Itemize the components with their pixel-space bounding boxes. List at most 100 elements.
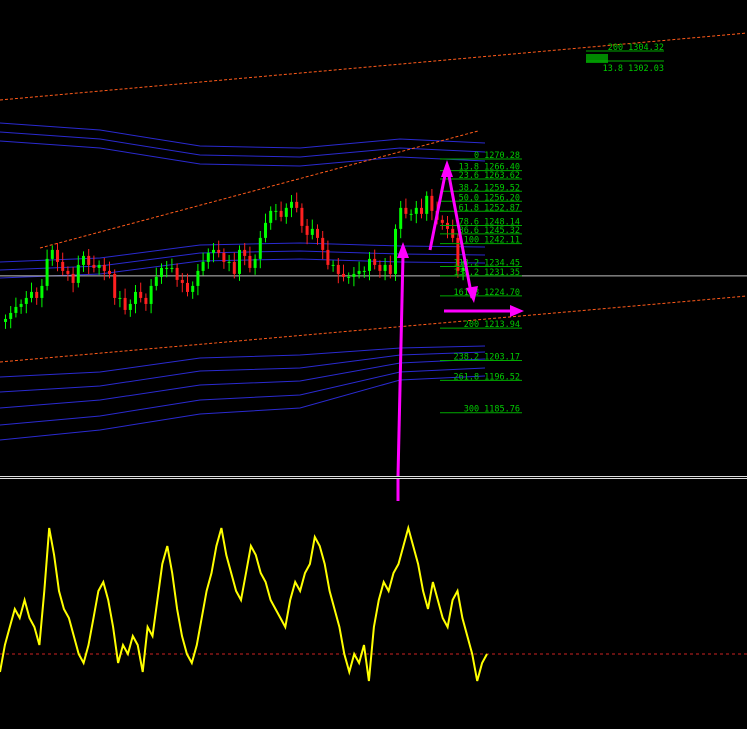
candle: [175, 263, 179, 287]
envelope-band-10: [0, 375, 486, 441]
vertical-arrowhead: [397, 242, 409, 258]
candle: [186, 273, 189, 297]
candle-body: [154, 276, 158, 286]
upper-fib-label: 200 1304.32: [608, 43, 664, 53]
candle-body: [258, 237, 262, 259]
candle-body: [243, 249, 247, 256]
candle-body: [227, 261, 231, 263]
fib-level-label: 238.2 1203.17: [453, 352, 520, 362]
candle: [290, 194, 293, 218]
candle-body: [35, 291, 39, 298]
candle: [394, 224, 397, 281]
candle: [373, 249, 377, 270]
candle-body: [45, 258, 49, 286]
candle-body: [399, 207, 403, 229]
candle-body: [248, 255, 252, 268]
candle: [305, 218, 309, 245]
candle-body: [4, 318, 7, 322]
candle: [425, 191, 429, 221]
envelope-band-7: [0, 351, 486, 393]
candle-body: [14, 306, 18, 313]
candle: [56, 242, 59, 272]
candle-body: [144, 297, 148, 304]
candle-body: [149, 285, 153, 304]
candle: [191, 281, 195, 299]
candle: [300, 203, 304, 233]
candle-body: [404, 207, 408, 214]
candle: [50, 245, 54, 266]
candle: [123, 288, 127, 315]
oscillator-panel: [0, 479, 747, 682]
candle-body: [279, 210, 283, 217]
candle: [154, 267, 158, 291]
candle: [399, 200, 403, 239]
candle-body: [165, 267, 169, 269]
fib-level-label: 23.6 1263.62: [459, 171, 520, 181]
candle: [258, 230, 262, 269]
candle: [274, 203, 278, 221]
candle-body: [321, 237, 325, 250]
candle: [342, 264, 345, 282]
candle: [118, 291, 122, 308]
candle: [82, 251, 85, 272]
candle-body: [191, 285, 195, 292]
candle-body: [71, 273, 75, 283]
candle: [128, 299, 132, 317]
candle-body: [180, 279, 184, 283]
candle: [227, 255, 231, 272]
candle: [97, 260, 101, 275]
candle-body: [196, 270, 200, 286]
candle-body: [212, 249, 215, 253]
fib-highlight-box: [586, 54, 608, 63]
candle-body: [118, 297, 122, 299]
candle: [243, 242, 247, 266]
fib-level-label: 138.2 1231.35: [453, 268, 520, 278]
fib-level-label: 100 1242.11: [464, 236, 520, 246]
vertical-arrow: [396, 254, 405, 476]
candle: [113, 269, 117, 305]
candle-body: [108, 270, 111, 274]
price-chart-panel: 0 1270.2813.8 1266.4023.6 1263.6238.2 12…: [0, 32, 747, 476]
fib-level-label: 0 1270.28: [474, 151, 520, 161]
candle-body: [92, 264, 96, 268]
envelope-band-0: [0, 122, 486, 149]
candle-body: [19, 303, 23, 307]
candle-body: [139, 291, 143, 298]
candle-body: [388, 264, 392, 274]
candle-body: [113, 273, 117, 298]
fib-level-label: 50.0 1256.20: [459, 193, 520, 203]
candle: [347, 272, 351, 284]
candle: [279, 201, 283, 222]
oscillator-line: [0, 524, 488, 682]
candle-body: [186, 282, 189, 292]
candle-body: [331, 264, 335, 266]
candle-body: [425, 195, 429, 214]
candle: [14, 297, 18, 318]
candle-body: [357, 270, 361, 274]
fib-level-label: 200 1213.94: [464, 320, 520, 330]
candle: [35, 287, 39, 305]
candle: [284, 203, 288, 224]
candle-body: [217, 249, 221, 253]
envelope-band-8: [0, 358, 486, 409]
candle: [404, 198, 408, 219]
candle: [232, 252, 236, 279]
candle: [24, 291, 28, 314]
candle: [165, 261, 169, 278]
candle-body: [56, 249, 59, 262]
candle-body: [222, 252, 226, 262]
candle-body: [440, 219, 444, 223]
envelope-band-6: [0, 345, 486, 378]
candle-body: [82, 255, 85, 265]
candle-body: [269, 210, 273, 223]
candle: [326, 240, 330, 270]
candle-body: [30, 291, 33, 298]
candle: [40, 279, 44, 308]
candle: [430, 188, 434, 221]
candle-body: [170, 267, 174, 269]
candle: [269, 206, 273, 230]
candle-body: [290, 201, 293, 208]
lower-channel-line: [0, 295, 747, 363]
trading-chart: 0 1270.28 13.8 1266.40 23.6 1263.62 38.2 12…: [0, 0, 747, 729]
candle-body: [310, 228, 314, 235]
